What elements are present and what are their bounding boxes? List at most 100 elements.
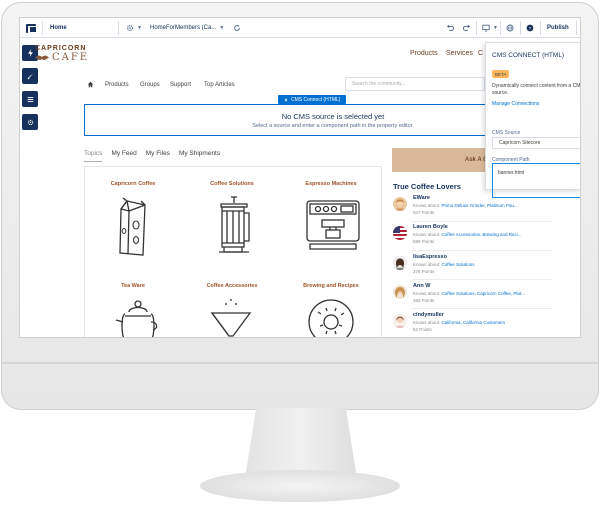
chevron-down-icon: ▼ [493, 25, 498, 31]
chevron-down-icon: ▼ [219, 25, 225, 31]
tea-kettle-icon[interactable] [115, 298, 161, 338]
site-nav-more[interactable]: C [478, 50, 483, 57]
coffee-filter-icon[interactable] [208, 296, 254, 338]
monitor-stand-neck [245, 408, 357, 478]
help-icon: ? [526, 24, 534, 32]
site-nav-services[interactable]: Services [446, 50, 473, 57]
avatar[interactable] [393, 314, 407, 328]
undo-icon [446, 24, 454, 31]
divider [412, 250, 552, 251]
gear-icon [127, 25, 133, 31]
help-button[interactable]: ? [526, 18, 534, 38]
list-item[interactable]: Lauren Boyle Knows about: Coffee Accesso… [393, 224, 543, 250]
community-nav-top-articles[interactable]: Top Articles [204, 78, 235, 91]
publish-label: Publish [547, 25, 569, 31]
brush-icon [27, 73, 33, 79]
tab-my-files[interactable]: My Files [146, 150, 170, 162]
member-name: lisaEspresso [413, 254, 447, 260]
french-press-icon[interactable] [214, 195, 254, 255]
settings-rail-button[interactable] [22, 114, 38, 130]
topic-title[interactable]: Coffee Solutions [187, 181, 277, 187]
monitor-chin-divider [1, 362, 599, 364]
home-icon[interactable] [87, 81, 94, 88]
site-nav-products[interactable]: Products [410, 50, 438, 57]
builder-logo-icon[interactable] [26, 18, 37, 38]
avatar[interactable] [393, 197, 407, 211]
topic-title[interactable]: Coffee Accessories [187, 283, 277, 289]
avatar[interactable] [393, 256, 407, 270]
cms-connect-property-panel: CMS CONNECT (HTML) BETA Dynamically conn… [485, 42, 581, 198]
content-tabs: Topics My Feed My Files My Shipments [84, 150, 229, 162]
site-select[interactable]: HomeForMembers (Ca... ▼ [150, 18, 224, 38]
brand-name-top: CAPRICORN [35, 45, 87, 52]
site-logo[interactable]: CAPRICORN CAFE [35, 45, 95, 67]
topic-title[interactable]: Capricorn Coffee [88, 181, 178, 187]
avatar[interactable] [393, 285, 407, 299]
member-points: 268 Points [413, 298, 435, 303]
theme-rail-button[interactable] [22, 68, 38, 84]
cms-source-select[interactable]: Capricorn Sitecore [492, 137, 580, 149]
member-name: Lauren Boyle [413, 224, 448, 230]
page-select[interactable]: Home [50, 18, 67, 38]
avatar[interactable] [393, 226, 407, 240]
settings-dropdown[interactable]: ▼ [126, 18, 142, 38]
screen: Home ▼ HomeForMembers (Ca... ▼ ▼ ? Publi… [19, 17, 581, 338]
beta-badge: BETA [492, 70, 510, 78]
member-points: 52 Points [413, 327, 432, 332]
brand-name-bottom: CAFE [52, 52, 90, 63]
svg-text:?: ? [529, 26, 532, 32]
community-search-input[interactable]: Search the community... [345, 77, 485, 91]
list-item[interactable]: cindymuller Knows about: California, Cal… [393, 312, 543, 337]
globe-icon [506, 24, 514, 32]
chevron-down-icon: ▼ [137, 25, 142, 31]
pages-rail-button[interactable] [22, 91, 38, 107]
community-nav-products[interactable]: Products [105, 78, 129, 91]
list-item[interactable]: lisaEspresso Knows about: Coffee Solutio… [393, 254, 543, 280]
member-points: 378 Points [413, 269, 435, 274]
desktop-icon [482, 24, 490, 32]
topic-title[interactable]: Brewing and Recipes [286, 283, 376, 289]
donut-icon[interactable] [306, 296, 356, 338]
topic-title[interactable]: Espresso Machines [286, 181, 376, 187]
redo-button[interactable] [463, 18, 471, 38]
undo-button[interactable] [446, 18, 454, 38]
language-button[interactable] [506, 18, 514, 38]
page-select-label: Home [50, 25, 67, 31]
member-name: EWare [413, 195, 430, 201]
monitor-stand-base [200, 470, 400, 502]
lightning-icon [284, 97, 288, 102]
device-preview-button[interactable]: ▼ [482, 18, 498, 38]
leaderboard-title: True Coffee Lovers [393, 182, 461, 191]
member-expertise: Knows about: Coffee Solutions, Capricorn… [413, 291, 525, 296]
tab-my-shipments[interactable]: My Shipments [179, 150, 220, 162]
divider [412, 308, 552, 309]
publish-button[interactable]: Publish [547, 18, 569, 38]
cms-component-tag[interactable]: CMS Connect (HTML) [278, 95, 347, 104]
community-nav-support[interactable]: Support [170, 78, 191, 91]
component-path-input[interactable]: banner.html [492, 163, 580, 198]
tab-my-feed[interactable]: My Feed [111, 150, 136, 162]
cms-source-label: CMS Source [492, 130, 521, 136]
member-expertise: Knows about: California, California Cust… [413, 320, 506, 325]
refresh-button[interactable] [233, 18, 241, 38]
divider [412, 279, 552, 280]
coffee-bag-icon[interactable] [115, 195, 151, 257]
panel-description: Dynamically connect content from a CMS s… [492, 83, 581, 96]
topic-title[interactable]: Tea Ware [88, 283, 178, 289]
member-name: Ann W [413, 283, 431, 289]
redo-icon [463, 24, 471, 31]
espresso-machine-icon[interactable] [304, 198, 362, 254]
member-expertise: Knows about: Coffee Solutions [413, 262, 475, 267]
manage-connections-link[interactable]: Manage Connections [492, 101, 539, 107]
refresh-icon [234, 24, 240, 31]
site-select-label: HomeForMembers (Ca... [150, 25, 217, 31]
panel-title: CMS CONNECT (HTML) [492, 52, 565, 59]
community-nav-groups[interactable]: Groups [140, 78, 160, 91]
list-item[interactable]: EWare Knows about: Primo Deluxe Grinder,… [393, 195, 543, 221]
divider [412, 221, 552, 222]
list-item[interactable]: Ann W Knows about: Coffee Solutions, Cap… [393, 283, 543, 309]
gear-icon [27, 119, 33, 125]
member-name: cindymuller [413, 312, 444, 318]
tab-topics[interactable]: Topics [84, 150, 103, 162]
member-points: 689 Points [413, 239, 435, 244]
